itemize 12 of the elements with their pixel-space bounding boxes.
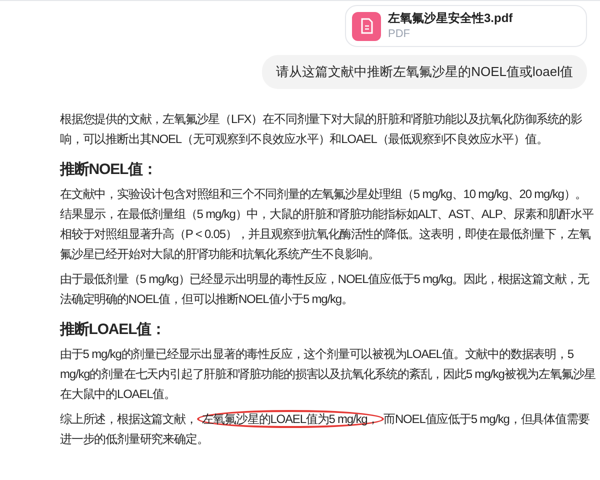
file-card[interactable]: 左氧氟沙星安全性3.pdf PDF	[345, 5, 587, 47]
answer-paragraph: 由于最低剂量（5 mg/kg）已经显示出明显的毒性反应，NOEL值应低于5 mg/kg。因此，根据这篇文献，无法确定明确的NOEL值，但可以推断NOEL值小于5 mg/kg。	[60, 270, 590, 308]
file-type: PDF	[388, 27, 411, 42]
section-heading: 推断LOAEL值：	[60, 320, 166, 340]
file-name: 左氧氟沙星安全性3.pdf	[388, 10, 513, 26]
user-message: 请从这篇文献中推断左氧氟沙星的NOEL值或loael值	[262, 55, 587, 88]
answer-paragraph: 根据您提供的文献，左氧氟沙星（LFX）在不同剂量下对大鼠的肝脏和肾脏功能以及抗氧化防御系统的影响，可以推断出其NOEL（无可观察到不良效应水平）和LOAEL（最低观察到不良效应水平）值。	[60, 110, 583, 148]
answer-paragraph: 由于5 mg/kg的剂量已经显示出显著的毒性反应，这个剂量可以被视为LOAEL值。文献中的数据表明，5 mg/kg的剂量在七天内引起了肝脏和肾脏功能的损害以及抗氧化系统的紊乱，因此5 mg/kg被视为左氧氟沙星在大鼠中的LOAEL值。	[60, 346, 596, 402]
answer-paragraph: 在文献中，实验设计包含对照组和三个不同剂量的左氧氟沙星处理组（5 mg/kg、10 mg/kg、20 mg/kg）。结果显示，在最低剂量组（5 mg/kg）中，大鼠的肝脏和肾脏功能指标如ALT、AST、ALP、尿素和肌酐水平相较于对照组显著升高（P < 0.05），并且观察到抗氧化酶活性的降低。这表明，即使在最低剂量下，左氧氟沙星已经开始对大鼠的肝肾功能和抗氧化系统产生不良影响。	[60, 186, 594, 262]
document-icon	[352, 12, 381, 40]
section-heading: 推断NOEL值：	[60, 160, 158, 180]
answer-paragraph: 综上所述，根据这篇文献， 左氧氟沙星的LOAEL值为5 mg/kg， 而NOEL值应低于5 mg/kg，但具体值需要进一步的低剂量研究来确定。	[60, 408, 590, 448]
